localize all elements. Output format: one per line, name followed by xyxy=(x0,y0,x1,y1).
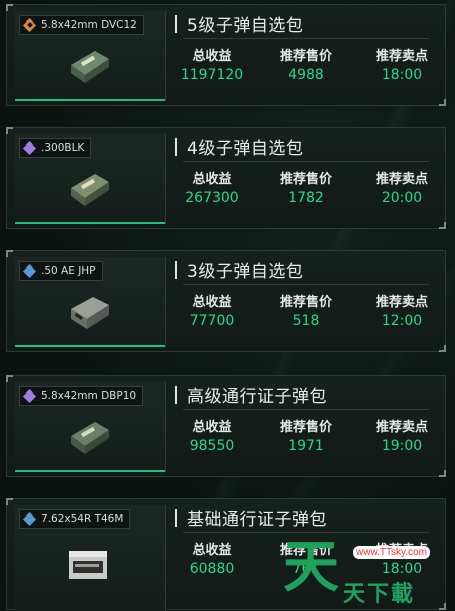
stat-time: 推荐卖点 20:00 xyxy=(357,168,447,206)
pack-title: 高级通行证子弹包 xyxy=(187,387,327,407)
item-underline xyxy=(15,470,165,472)
stat-label: 推荐卖点 xyxy=(375,295,428,310)
stat-total: 总收益 1197120 xyxy=(167,45,257,83)
stat-value: 1971 xyxy=(288,438,324,454)
stat-value: 267300 xyxy=(185,190,239,206)
stat-value: 518 xyxy=(292,313,320,329)
stat-price: 推荐售价 1971 xyxy=(261,416,351,454)
rarity-purple-icon xyxy=(22,140,37,156)
stat-time: 推荐卖点 12:00 xyxy=(357,291,447,329)
pack-title: 基础通行证子弹包 xyxy=(187,510,327,530)
pack-title: 3级子弹自选包 xyxy=(187,262,304,282)
stat-value: 20:00 xyxy=(381,190,423,206)
item-slot[interactable]: 5.8x42mm DBP10 xyxy=(15,382,166,472)
divider xyxy=(183,409,429,410)
ammo-pack-card[interactable]: 5.8x42mm DBP10 高级通行证子弹包 总收益 98550 推荐售价 197… xyxy=(6,375,446,477)
stat-label: 总收益 xyxy=(192,295,232,310)
stat-price: 推荐售价 4988 xyxy=(261,45,351,83)
ammo-box-icon xyxy=(67,291,113,333)
item-tag: .300BLK xyxy=(19,138,92,158)
ammo-box-icon xyxy=(67,168,113,210)
stat-label: 推荐售价 xyxy=(279,420,332,435)
stat-time: 推荐卖点 18:00 xyxy=(357,45,447,83)
item-tag: 5.8x42mm DVC12 xyxy=(19,15,144,35)
stat-total: 总收益 60880 xyxy=(167,539,257,577)
ammo-box-icon xyxy=(67,45,113,87)
title-marker xyxy=(175,15,177,33)
divider xyxy=(183,161,429,162)
ammo-pack-card[interactable]: .50 AE JHP 3级子弹自选包 总收益 77700 推荐售价 518 推荐卖点… xyxy=(6,250,446,352)
item-name: .50 AE JHP xyxy=(41,265,96,277)
item-name: 7.62x54R T46M xyxy=(41,513,124,525)
stat-value: 98550 xyxy=(189,438,235,454)
item-name: .300BLK xyxy=(41,142,85,154)
watermark-url: www.TTsky.com xyxy=(353,546,430,559)
stat-time: 推荐卖点 19:00 xyxy=(357,416,447,454)
stat-label: 推荐卖点 xyxy=(375,49,428,64)
rarity-purple-icon xyxy=(22,388,37,404)
watermark-logo-glyph: 天 xyxy=(283,535,339,600)
stat-label: 总收益 xyxy=(192,543,232,558)
rarity-blue-icon xyxy=(22,263,37,279)
item-slot[interactable]: .300BLK xyxy=(15,134,166,224)
watermark-text: 天下載 xyxy=(343,582,416,607)
pack-title: 5级子弹自选包 xyxy=(187,16,304,36)
item-name: 5.8x42mm DBP10 xyxy=(41,390,137,402)
site-watermark: 天 www.TTsky.com 天下載 xyxy=(283,538,448,608)
stat-total: 总收益 98550 xyxy=(167,416,257,454)
stat-label: 推荐售价 xyxy=(279,295,332,310)
stat-value: 60880 xyxy=(189,561,235,577)
title-marker xyxy=(175,138,177,156)
stat-label: 推荐售价 xyxy=(279,172,332,187)
title-marker xyxy=(175,261,177,279)
stat-value: 1782 xyxy=(288,190,324,206)
ammo-pack-card[interactable]: .300BLK 4级子弹自选包 总收益 267300 推荐售价 1782 推荐卖点 2… xyxy=(6,127,446,229)
ammo-box-icon xyxy=(67,416,113,458)
item-slot[interactable]: 5.8x42mm DVC12 xyxy=(15,11,166,101)
divider xyxy=(183,532,429,533)
stat-total: 总收益 267300 xyxy=(167,168,257,206)
stat-value: 77700 xyxy=(189,313,235,329)
divider xyxy=(183,284,429,285)
item-slot[interactable]: .50 AE JHP xyxy=(15,257,166,347)
ammo-crate-icon xyxy=(65,543,111,585)
stat-value: 18:00 xyxy=(381,67,423,83)
title-marker xyxy=(175,386,177,404)
stat-value: 1197120 xyxy=(180,67,244,83)
item-underline xyxy=(15,99,165,101)
item-underline xyxy=(15,345,165,347)
item-tag: 5.8x42mm DBP10 xyxy=(19,386,144,406)
stat-value: 4988 xyxy=(288,67,324,83)
stat-label: 推荐卖点 xyxy=(375,420,428,435)
stat-price: 推荐售价 518 xyxy=(261,291,351,329)
stat-label: 推荐卖点 xyxy=(375,172,428,187)
title-marker xyxy=(175,509,177,527)
rarity-orange-icon xyxy=(22,17,37,33)
stat-label: 总收益 xyxy=(192,420,232,435)
stat-label: 总收益 xyxy=(192,172,232,187)
rarity-blue-icon xyxy=(22,511,37,527)
stat-value: 19:00 xyxy=(381,438,423,454)
item-tag: 7.62x54R T46M xyxy=(19,509,131,529)
item-slot[interactable]: 7.62x54R T46M xyxy=(15,505,166,611)
stat-label: 总收益 xyxy=(192,49,232,64)
stat-value: 12:00 xyxy=(381,313,423,329)
pack-title: 4级子弹自选包 xyxy=(187,139,304,159)
item-underline xyxy=(15,222,165,224)
stat-total: 总收益 77700 xyxy=(167,291,257,329)
item-tag: .50 AE JHP xyxy=(19,261,103,281)
stat-price: 推荐售价 1782 xyxy=(261,168,351,206)
divider xyxy=(183,38,429,39)
stat-label: 推荐售价 xyxy=(279,49,332,64)
ammo-pack-card[interactable]: 5.8x42mm DVC12 5级子弹自选包 总收益 1197120 推荐售价 49… xyxy=(6,4,446,106)
item-name: 5.8x42mm DVC12 xyxy=(41,19,137,31)
